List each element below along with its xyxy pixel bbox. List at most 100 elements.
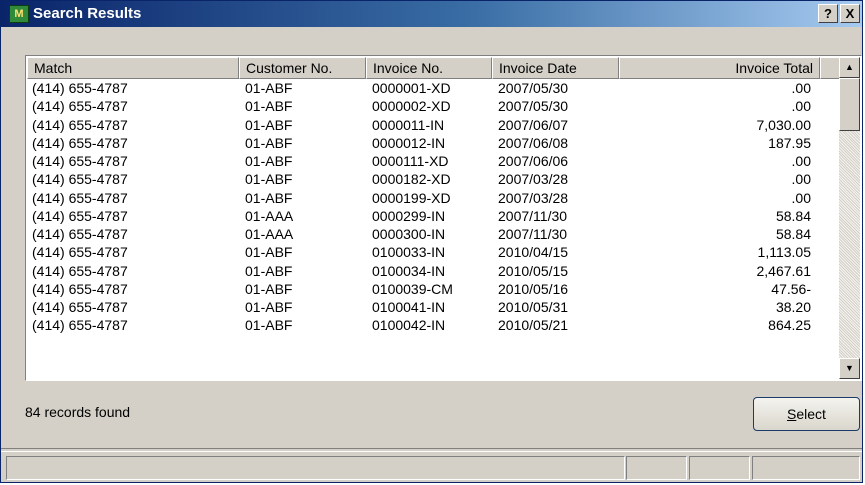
vertical-scrollbar[interactable]: ▲ ▼ [839,57,860,379]
search-results-window: M Search Results ? X Match Customer No. … [0,0,863,483]
cell-invoice-date: 2007/06/06 [498,153,569,169]
select-accelerator: S [787,406,797,422]
window-title: Search Results [33,5,142,22]
cell-invoice-total: .00 [791,80,811,96]
cell-match: (414) 655-4787 [32,171,128,188]
cell-match: (414) 655-4787 [32,153,128,169]
cell-invoice-date: 2007/11/30 [498,207,568,224]
cell-invoice-total: 58.84 [775,226,811,242]
cell-customer-no: 01-ABF [245,153,293,169]
cell-match: (414) 655-4787 [32,244,128,261]
cell-invoice-total: 58.84 [775,207,811,224]
cell-match: (414) 655-4787 [32,116,128,133]
column-header-match[interactable]: Match [27,57,239,79]
scroll-thumb[interactable] [839,78,860,131]
title-bar[interactable]: M Search Results ? X [1,1,862,27]
cell-match: (414) 655-4787 [32,226,128,242]
column-header-customer-no[interactable]: Customer No. [239,57,366,79]
cell-customer-no: 01-ABF [245,189,293,206]
cell-customer-no: 01-AAA [245,226,294,242]
cell-invoice-no: 0000001-XD [372,80,451,96]
scroll-up-arrow-icon[interactable]: ▲ [839,57,860,78]
cell-customer-no: 01-ABF [245,171,293,188]
cell-invoice-no: 0000199-XD [372,189,451,206]
cell-customer-no: 01-ABF [245,244,293,261]
status-panel-main [6,456,625,480]
cell-invoice-date: 2007/05/30 [498,80,569,96]
cell-invoice-no: 0100042-IN [372,317,446,334]
cell-invoice-date: 2007/11/30 [498,226,568,242]
column-header-filler [820,57,840,79]
cell-customer-no: 01-ABF [245,299,293,315]
cell-match: (414) 655-4787 [32,262,128,279]
table-row[interactable]: (414) 655-4787 01-ABF 0000111-XD 2007/06/06… [27,152,840,170]
cell-match: (414) 655-4787 [32,98,128,115]
cell-invoice-date: 2010/05/31 [498,299,569,315]
cell-invoice-total: 1,113.05 [757,244,811,261]
column-header-invoice-total[interactable]: Invoice Total [619,57,820,79]
cell-match: (414) 655-4787 [32,80,128,96]
app-icon: M [9,5,29,23]
cell-invoice-no: 0100039-CM [372,280,453,297]
table-row[interactable]: (414) 655-4787 01-ABF 0000182-XD 2007/03/28… [27,170,840,188]
cell-match: (414) 655-4787 [32,134,128,151]
select-button[interactable]: Select [753,397,860,431]
cell-customer-no: 01-ABF [245,98,293,115]
cell-invoice-total: 864.25 [768,317,811,334]
table-row[interactable]: (414) 655-4787 01-ABF 0100041-IN 2010/05/31… [27,298,840,316]
cell-invoice-date: 2010/05/21 [498,317,569,334]
cell-invoice-no: 0000012-IN [372,134,446,151]
cell-match: (414) 655-4787 [32,280,128,297]
table-row[interactable]: (414) 655-4787 01-ABF 0000001-XD 2007/05/30… [27,79,840,97]
cell-invoice-no: 0000299-IN [372,207,446,224]
table-body: (414) 655-4787 01-ABF 0000001-XD 2007/05/30… [27,79,840,335]
cell-invoice-total: 38.20 [775,299,811,315]
scroll-down-arrow-icon[interactable]: ▼ [839,358,860,379]
cell-customer-no: 01-AAA [245,207,294,224]
table-row[interactable]: (414) 655-4787 01-ABF 0000002-XD 2007/05/30… [27,97,840,115]
status-panel-2 [626,456,687,480]
table-row[interactable]: (414) 655-4787 01-AAA 0000299-IN 2007/11/30… [27,207,840,225]
table-row[interactable]: (414) 655-4787 01-ABF 0100033-IN 2010/04/15… [27,243,840,261]
help-button[interactable]: ? [818,4,838,23]
cell-customer-no: 01-ABF [245,116,293,133]
select-label-rest: elect [796,406,826,422]
status-bar [1,452,862,483]
cell-match: (414) 655-4787 [32,207,128,224]
cell-invoice-date: 2007/06/07 [498,116,569,133]
cell-invoice-no: 0100033-IN [372,244,446,261]
table-row[interactable]: (414) 655-4787 01-ABF 0100034-IN 2010/05/15… [27,262,840,280]
cell-customer-no: 01-ABF [245,262,293,279]
cell-invoice-total: .00 [791,189,811,206]
cell-customer-no: 01-ABF [245,134,293,151]
cell-invoice-total: 2,467.61 [756,262,812,279]
cell-invoice-no: 0000011-IN [372,116,445,133]
table-row[interactable]: (414) 655-4787 01-ABF 0000011-IN 2007/06/07… [27,116,840,134]
cell-match: (414) 655-4787 [32,189,128,206]
table-row[interactable]: (414) 655-4787 01-AAA 0000300-IN 2007/11/30… [27,225,840,243]
table-row[interactable]: (414) 655-4787 01-ABF 0000199-XD 2007/03/28… [27,189,840,207]
cell-invoice-total: .00 [791,153,811,169]
column-header-row: Match Customer No. Invoice No. Invoice D… [27,57,840,79]
status-panel-3 [689,456,750,480]
search-results-list[interactable]: Match Customer No. Invoice No. Invoice D… [25,55,862,381]
cell-invoice-no: 0000300-IN [372,226,446,242]
cell-invoice-date: 2007/05/30 [498,98,569,115]
column-header-invoice-no[interactable]: Invoice No. [366,57,492,79]
cell-invoice-date: 2007/06/08 [498,134,569,151]
cell-invoice-date: 2010/05/15 [498,262,569,279]
table-row[interactable]: (414) 655-4787 01-ABF 0100042-IN 2010/05/21… [27,316,840,334]
column-header-invoice-date[interactable]: Invoice Date [492,57,619,79]
cell-invoice-no: 0000182-XD [372,171,451,188]
cell-invoice-no: 0100041-IN [372,299,446,315]
records-found-label: 84 records found [25,404,131,420]
close-button[interactable]: X [840,4,860,23]
table-row[interactable]: (414) 655-4787 01-ABF 0000012-IN 2007/06/08… [27,134,840,152]
cell-invoice-total: 47.56- [771,280,811,297]
cell-invoice-no: 0000111-XD [372,153,449,169]
cell-match: (414) 655-4787 [32,299,128,315]
status-panel-4 [752,456,860,480]
cell-invoice-date: 2007/03/28 [498,171,569,188]
table-row[interactable]: (414) 655-4787 01-ABF 0100039-CM 2010/05/16… [27,280,840,298]
cell-invoice-total: .00 [791,171,811,188]
